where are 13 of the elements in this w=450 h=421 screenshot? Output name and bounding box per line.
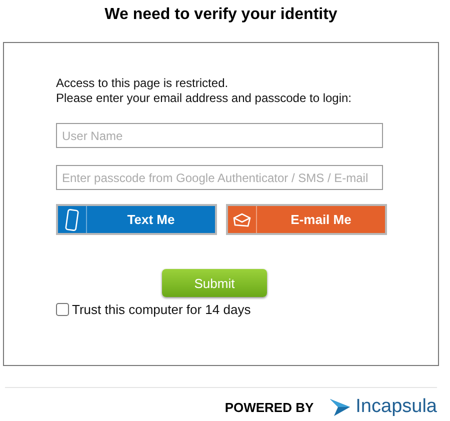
brand-name: Incapsula [356, 396, 437, 418]
send-code-button[interactable]: E-mail Me [226, 204, 387, 235]
envelope-icon [232, 212, 252, 228]
page-title: We need to verify your identity [104, 5, 338, 25]
intro-text: Access to this page is restricted. Please enter your email address and passcode to login: [56, 76, 353, 106]
send-code-button[interactable]: Text Me [56, 204, 217, 235]
phone-icon [65, 208, 79, 230]
trust-label: Trust this computer for 14 days [72, 302, 251, 317]
input-field[interactable]: User Name [56, 123, 383, 148]
input-field[interactable]: Enter passcode from Google Authenticator / SMS / E-mail [56, 165, 383, 190]
trust-checkbox[interactable] [56, 303, 69, 316]
powered-by-text: POWERED BY [224, 400, 314, 414]
submit-button[interactable]: Submit [162, 269, 267, 297]
